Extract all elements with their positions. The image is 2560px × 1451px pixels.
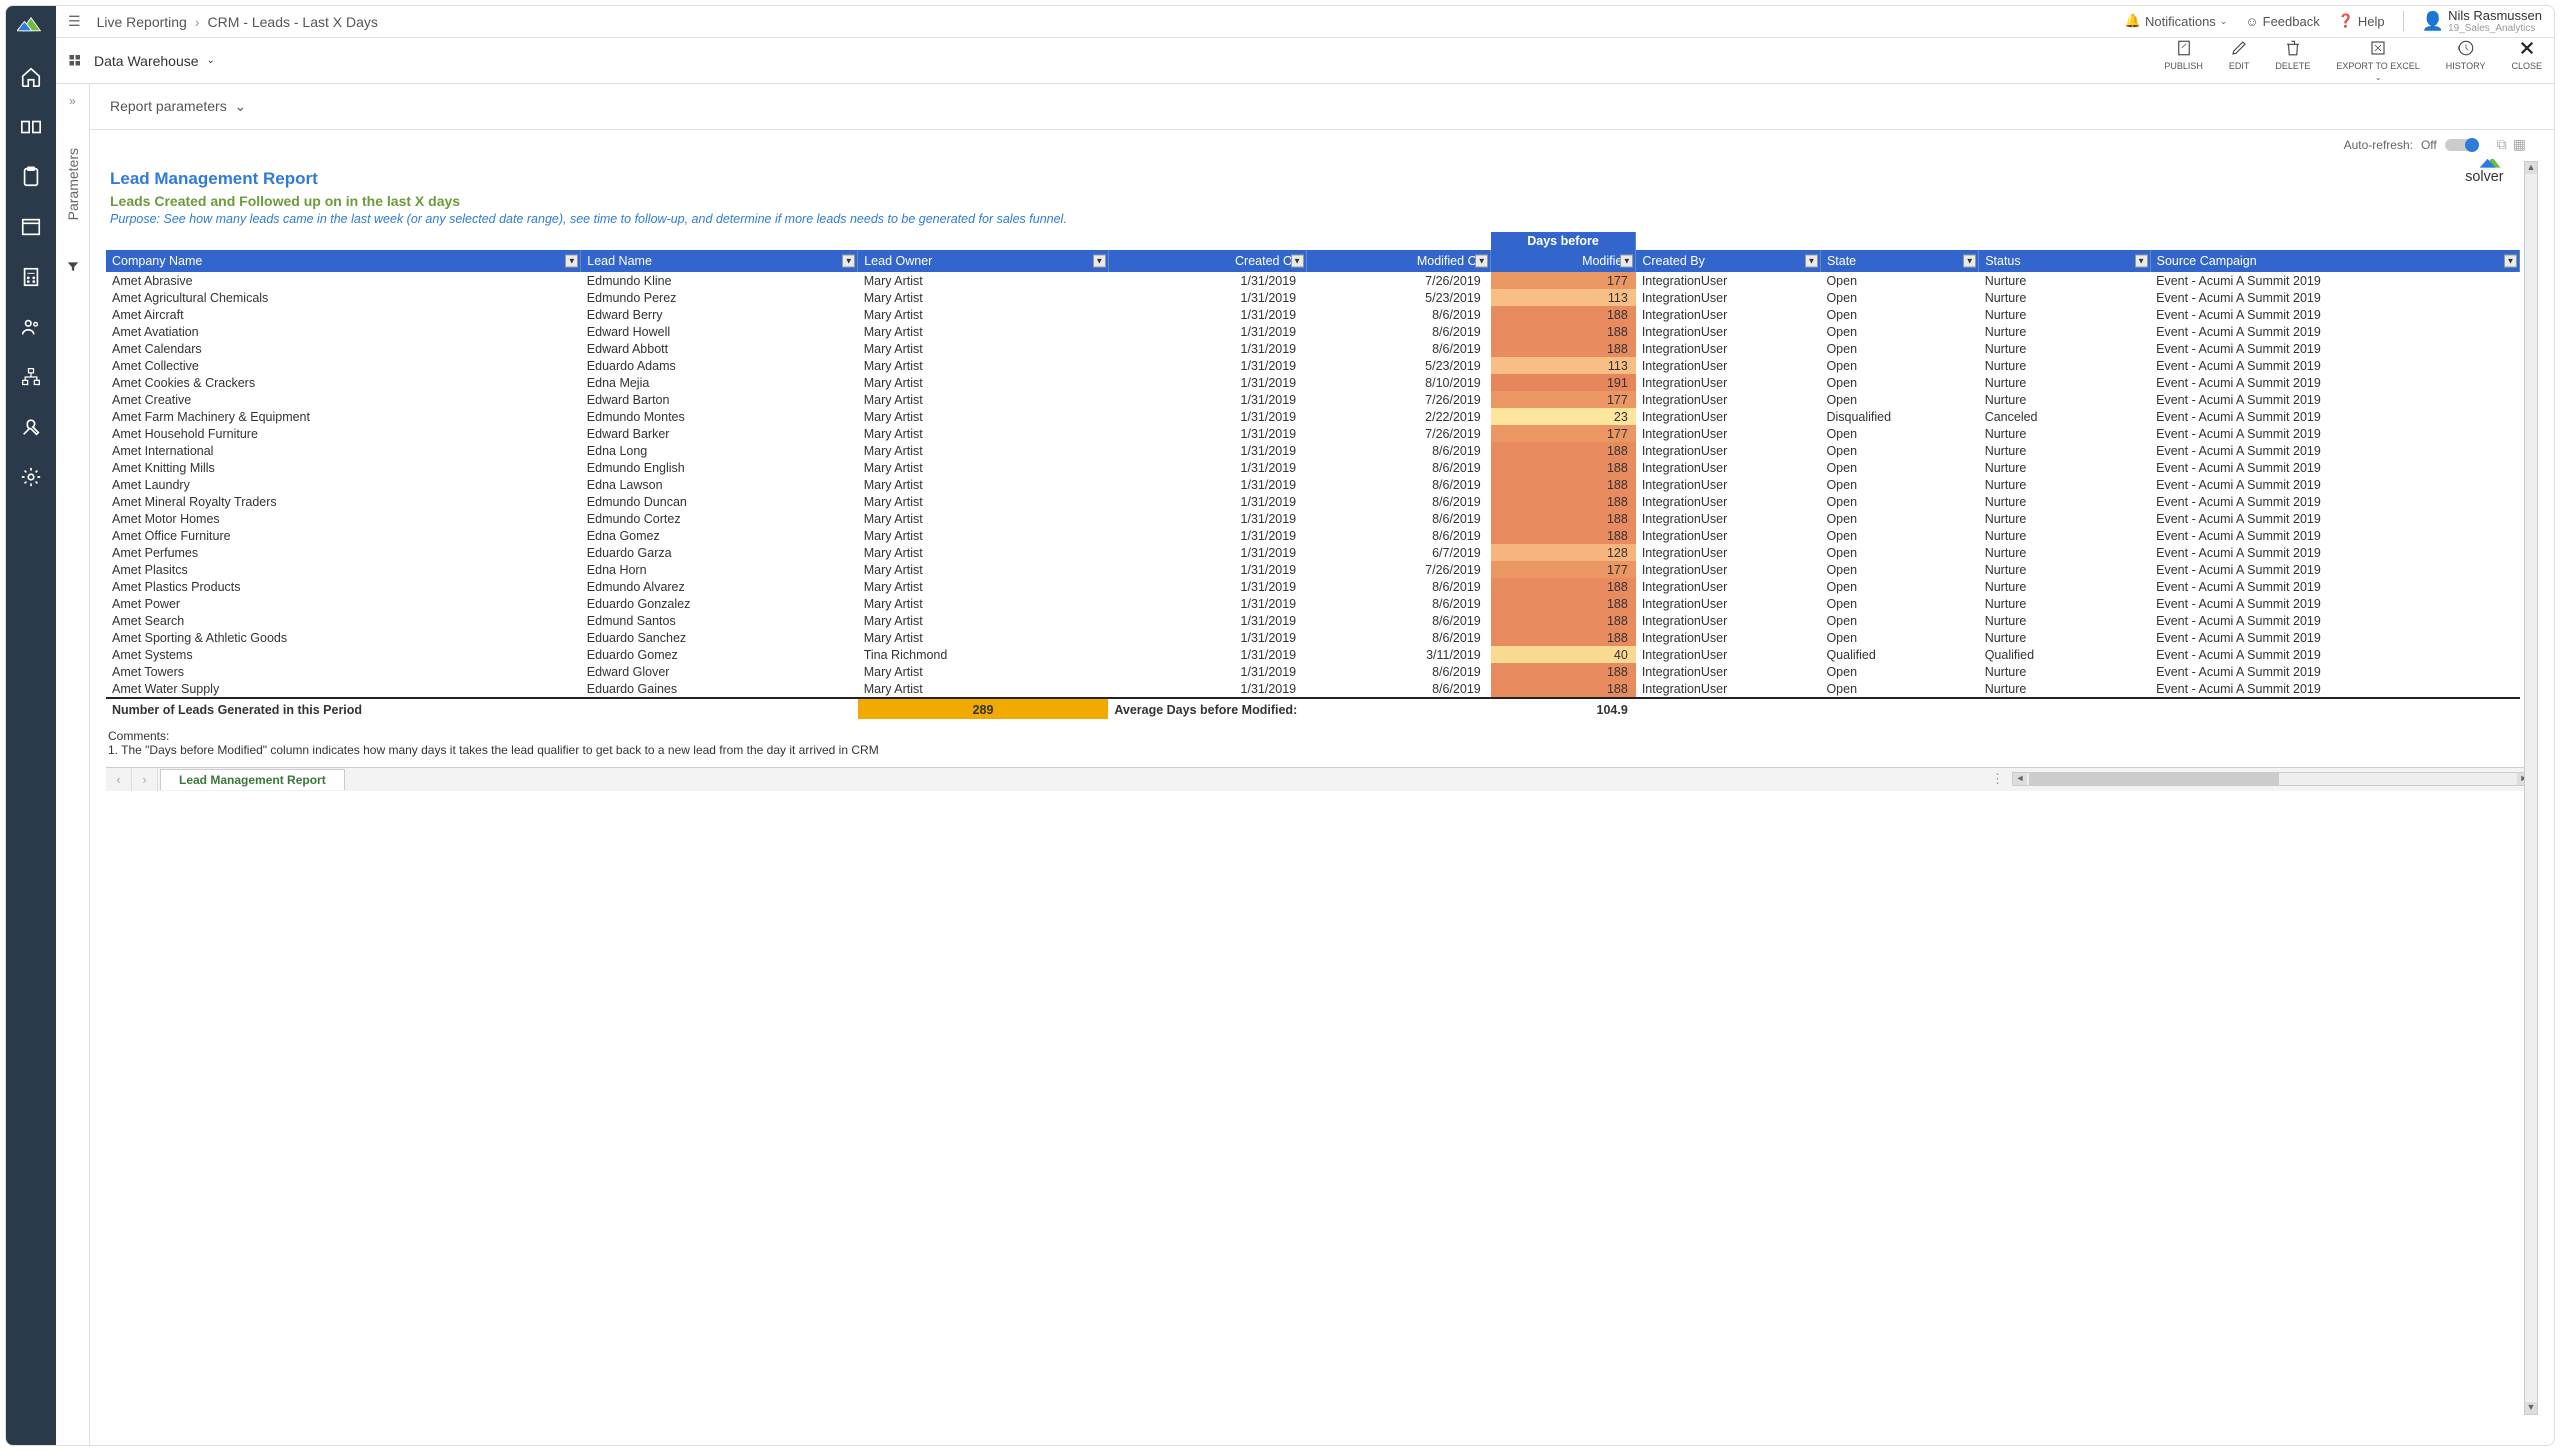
col-company[interactable]: Company Name▼	[106, 250, 581, 272]
delete-button[interactable]: DELETE	[2275, 39, 2310, 82]
menu-icon[interactable]: ☰	[68, 13, 81, 30]
col-modified[interactable]: Modified On▼	[1306, 250, 1491, 272]
col-source[interactable]: Source Campaign▼	[2150, 250, 2519, 272]
table-row[interactable]: Amet Knitting MillsEdmundo EnglishMary A…	[106, 459, 2520, 476]
nav-home-icon[interactable]	[16, 62, 46, 92]
publish-button[interactable]: PUBLISH	[2164, 39, 2203, 82]
topbar: ☰ Live Reporting › CRM - Leads - Last X …	[56, 6, 2554, 38]
table-row[interactable]: Amet AvatiationEdward HowellMary Artist1…	[106, 323, 2520, 340]
toolbar: Data Warehouse ⌄ PUBLISH EDIT DELETE EXP…	[56, 38, 2554, 84]
autorefresh-state: Off	[2421, 138, 2437, 152]
export-button[interactable]: EXPORT TO EXCEL⌄	[2336, 39, 2419, 82]
autorefresh-toggle[interactable]	[2445, 139, 2479, 151]
report-subtitle: Leads Created and Followed up on in the …	[110, 193, 2534, 209]
table-row[interactable]: Amet PowerEduardo GonzalezMary Artist1/3…	[106, 595, 2520, 612]
sheet-tab[interactable]: Lead Management Report	[160, 769, 345, 790]
col-days[interactable]: Modified▼	[1491, 250, 1636, 272]
table-row[interactable]: Amet AbrasiveEdmundo KlineMary Artist1/3…	[106, 272, 2520, 289]
table-row[interactable]: Amet Mineral Royalty TradersEdmundo Dunc…	[106, 493, 2520, 510]
autorefresh-label: Auto-refresh:	[2344, 138, 2413, 152]
table-row[interactable]: Amet Household FurnitureEdward BarkerMar…	[106, 425, 2520, 442]
data-warehouse-selector[interactable]: Data Warehouse ⌄	[68, 53, 215, 69]
table-row[interactable]: Amet CreativeEdward BartonMary Artist1/3…	[106, 391, 2520, 408]
summary-avg-value: 104.9	[1491, 698, 1636, 719]
app-logo-icon	[17, 14, 45, 34]
table-row[interactable]: Amet Agricultural ChemicalsEdmundo Perez…	[106, 289, 2520, 306]
summary-avg-label: Average Days before Modified:	[1108, 698, 1490, 719]
nav-users-icon[interactable]	[16, 312, 46, 342]
table-row[interactable]: Amet Cookies & CrackersEdna MejiaMary Ar…	[106, 374, 2520, 391]
comments-section: Comments: 1. The "Days before Modified" …	[106, 719, 2538, 759]
breadcrumb-current[interactable]: CRM - Leads - Last X Days	[208, 14, 378, 30]
table-row[interactable]: Amet Plastics ProductsEdmundo AlvarezMar…	[106, 578, 2520, 595]
left-nav	[6, 6, 56, 1445]
vertical-scrollbar[interactable]: ▲▼	[2524, 161, 2538, 1415]
popout-icon[interactable]: ⧉	[2497, 136, 2507, 153]
nav-clipboard-icon[interactable]	[16, 162, 46, 192]
close-button[interactable]: CLOSE	[2511, 39, 2542, 82]
notifications-button[interactable]: 🔔 Notifications ⌄	[2125, 13, 2228, 29]
table-row[interactable]: Amet Motor HomesEdmundo CortezMary Artis…	[106, 510, 2520, 527]
params-sidebar: » Parameters	[56, 84, 90, 1445]
leads-table: Days before Company Name▼ Lead Name▼ Lea…	[106, 232, 2520, 719]
table-row[interactable]: Amet LaundryEdna LawsonMary Artist1/31/2…	[106, 476, 2520, 493]
report-title: Lead Management Report	[110, 169, 2534, 189]
table-row[interactable]: Amet CollectiveEduardo AdamsMary Artist1…	[106, 357, 2520, 374]
table-row[interactable]: Amet CalendarsEdward AbbottMary Artist1/…	[106, 340, 2520, 357]
col-created[interactable]: Created On▼	[1108, 250, 1306, 272]
col-by[interactable]: Created By▼	[1636, 250, 1821, 272]
user-menu[interactable]: 👤 Nils Rasmussen19_Sales_Analytics	[2422, 9, 2542, 34]
tab-prev-icon[interactable]: ‹	[106, 768, 132, 791]
table-row[interactable]: Amet Water SupplyEduardo GainesMary Arti…	[106, 680, 2520, 698]
col-state[interactable]: State▼	[1820, 250, 1978, 272]
col-status[interactable]: Status▼	[1979, 250, 2150, 272]
filter-icon[interactable]	[66, 260, 80, 277]
nav-window-icon[interactable]	[16, 212, 46, 242]
table-row[interactable]: Amet Office FurnitureEdna GomezMary Arti…	[106, 527, 2520, 544]
feedback-button[interactable]: ☺ Feedback	[2245, 14, 2319, 29]
nav-tree-icon[interactable]	[16, 362, 46, 392]
table-row[interactable]: Amet TowersEdward GloverMary Artist1/31/…	[106, 663, 2520, 680]
table-row[interactable]: Amet PerfumesEduardo GarzaMary Artist1/3…	[106, 544, 2520, 561]
col-lead[interactable]: Lead Name▼	[581, 250, 858, 272]
history-button[interactable]: HISTORY	[2446, 39, 2486, 82]
grid-icon[interactable]: ▦	[2513, 136, 2526, 153]
table-row[interactable]: Amet Sporting & Athletic GoodsEduardo Sa…	[106, 629, 2520, 646]
table-row[interactable]: Amet SystemsEduardo GomezTina Richmond1/…	[106, 646, 2520, 663]
table-row[interactable]: Amet SearchEdmund SantosMary Artist1/31/…	[106, 612, 2520, 629]
nav-tools-icon[interactable]	[16, 412, 46, 442]
table-row[interactable]: Amet PlasitcsEdna HornMary Artist1/31/20…	[106, 561, 2520, 578]
summary-count: 289	[858, 698, 1109, 719]
svg-text:solver: solver	[2465, 169, 2504, 185]
tab-next-icon[interactable]: ›	[132, 768, 158, 791]
edit-button[interactable]: EDIT	[2229, 39, 2250, 82]
help-button[interactable]: ❓ Help	[2338, 13, 2385, 29]
params-label: Parameters	[65, 148, 81, 220]
table-row[interactable]: Amet Farm Machinery & EquipmentEdmundo M…	[106, 408, 2520, 425]
nav-calc-icon[interactable]	[16, 262, 46, 292]
report-parameters-toggle[interactable]: Report parameters ⌄	[90, 84, 2554, 130]
table-row[interactable]: Amet InternationalEdna LongMary Artist1/…	[106, 442, 2520, 459]
solver-logo: solver	[2454, 159, 2534, 188]
col-owner[interactable]: Lead Owner▼	[858, 250, 1109, 272]
horizontal-scrollbar[interactable]: ◄►	[2012, 772, 2532, 786]
report-purpose: Purpose: See how many leads came in the …	[110, 212, 2534, 226]
nav-settings-icon[interactable]	[16, 462, 46, 492]
nav-data-icon[interactable]	[16, 112, 46, 142]
table-row[interactable]: Amet AircraftEdward BerryMary Artist1/31…	[106, 306, 2520, 323]
expand-params-icon[interactable]: »	[69, 94, 76, 108]
breadcrumb-root[interactable]: Live Reporting	[97, 14, 187, 30]
summary-label: Number of Leads Generated in this Period	[106, 698, 858, 719]
